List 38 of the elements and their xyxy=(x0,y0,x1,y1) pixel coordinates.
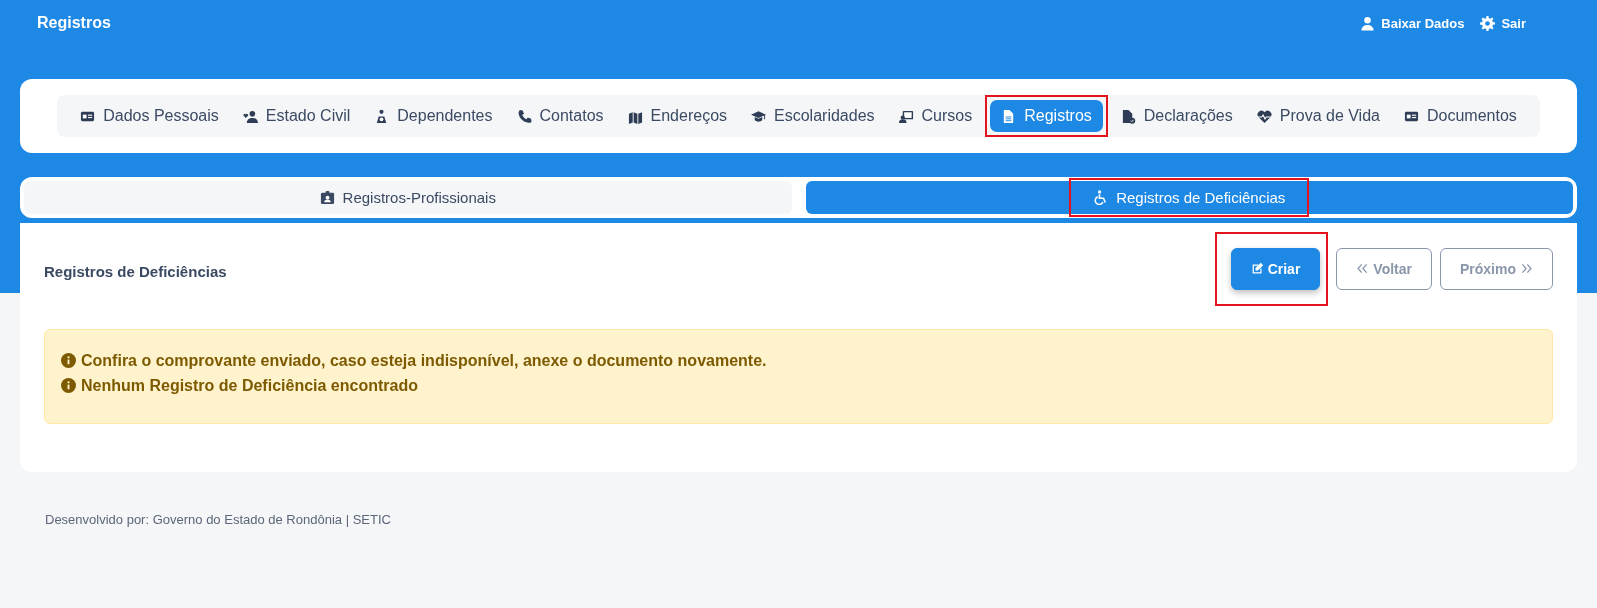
sub-tab-label: Registros de Deficiências xyxy=(1116,189,1286,206)
nav-tab[interactable]: Contatos xyxy=(505,100,615,132)
footer-text: Desenvolvido por: Governo do Estado de Rondônia | SETIC xyxy=(45,512,391,527)
nav-tab[interactable]: Documentos xyxy=(1392,100,1528,132)
heartbeat-icon xyxy=(1256,108,1272,124)
alert-message: Confira o comprovante enviado, caso esteja indisponível, anexe o documento novamente. xyxy=(81,351,767,371)
double-chevron-right-icon xyxy=(1520,262,1533,275)
nav-tab[interactable]: Registros xyxy=(990,100,1103,132)
alert-message: Nenhum Registro de Deficiência encontrado xyxy=(81,376,418,396)
page-title: Registros xyxy=(37,14,111,32)
sub-tab[interactable]: Registros-Profissionais xyxy=(24,181,792,214)
phone-icon xyxy=(516,108,532,124)
nav-tab[interactable]: Declarações xyxy=(1109,100,1244,132)
nav-tab[interactable]: Prova de Vida xyxy=(1245,100,1391,132)
nav-tab[interactable]: Endereços xyxy=(616,100,739,132)
sub-tab-label: Registros-Profissionais xyxy=(342,189,496,206)
document-check-icon xyxy=(1120,108,1136,124)
user-icon xyxy=(1360,15,1376,31)
person-board-icon xyxy=(898,108,914,124)
info-icon xyxy=(61,378,76,393)
nav-tab[interactable]: Estado Civil xyxy=(231,100,362,132)
section-title: Registros de Deficiências xyxy=(44,262,227,280)
sub-tab[interactable]: Registros de Deficiências xyxy=(805,181,1573,214)
badge-icon xyxy=(319,190,335,205)
header-link[interactable]: Baixar Dados xyxy=(1360,15,1465,31)
double-chevron-left-icon xyxy=(1356,262,1370,275)
graduation-cap-icon xyxy=(751,108,767,124)
nav-tab[interactable]: Escolaridades xyxy=(740,100,886,132)
create-button[interactable]: Criar xyxy=(1230,247,1321,290)
nav-tab[interactable]: Cursos xyxy=(887,100,984,132)
nav-tab[interactable]: Dependentes xyxy=(363,100,504,132)
header-link[interactable]: Sair xyxy=(1480,15,1526,31)
settings-icon xyxy=(1480,15,1496,31)
wheelchair-icon xyxy=(1093,190,1109,205)
edit-icon xyxy=(1250,262,1264,275)
nav-tab[interactable]: Dados Pessoais xyxy=(69,100,230,132)
people-heart-icon xyxy=(242,108,258,124)
info-icon xyxy=(61,353,76,368)
